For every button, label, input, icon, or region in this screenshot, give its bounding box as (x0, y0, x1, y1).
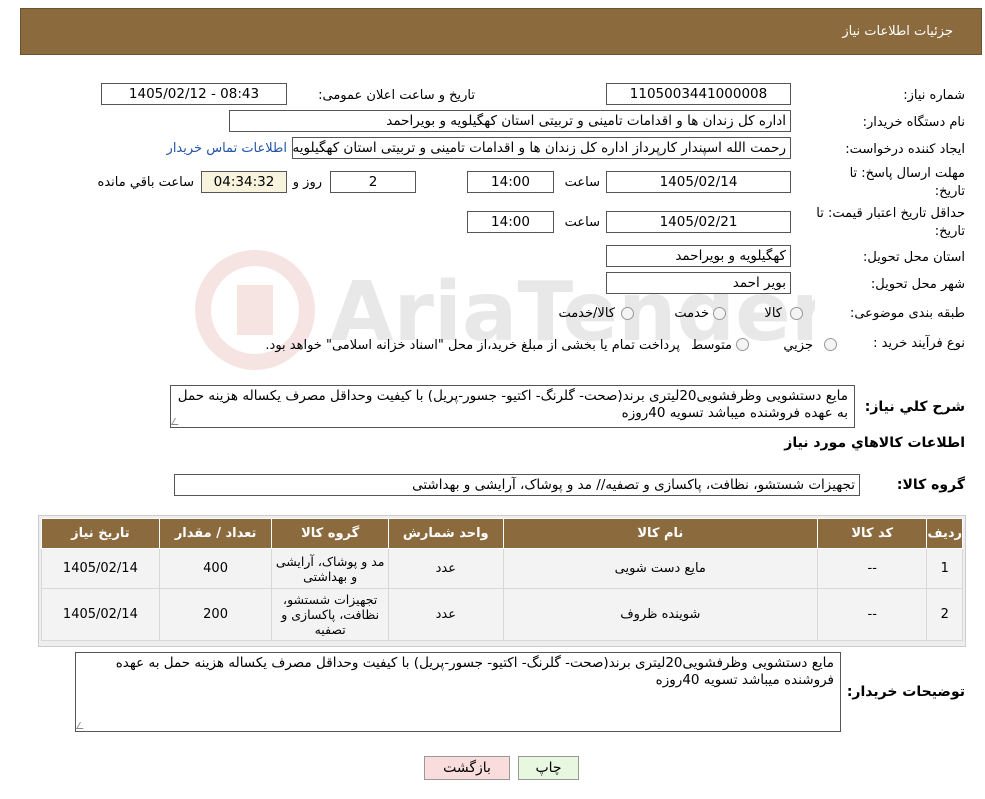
validity-time-field: 14:00 (467, 211, 554, 233)
buyer-notes-text: مایع دستشویی وظرفشویی20لیتری برند(صحت- گ… (115, 655, 834, 688)
category-option-service: خدمت (674, 306, 709, 321)
table-header-row: ردیف کد کالا نام کالا واحد شمارش گروه کا… (41, 518, 963, 549)
table-row[interactable]: 1 -- مایع دست شویی عدد مد و پوشاک، آرایش… (41, 548, 963, 589)
resize-handle-icon[interactable] (170, 418, 183, 425)
validity-label-date: تاریخ: (934, 224, 965, 239)
process-label: نوع فرآیند خرید : (873, 336, 965, 351)
province-field: کهگیلویه و بویراحمد (606, 245, 791, 267)
page-header: جزئیات اطلاعات نیاز (20, 8, 982, 55)
need-number-label: شماره نیاز: (903, 88, 965, 103)
cell-unit: عدد (387, 548, 504, 589)
col-header-unit: واحد شمارش (387, 518, 504, 549)
creator-label: ایجاد کننده درخواست: (845, 142, 965, 157)
summary-textarea[interactable]: مایع دستشویی وظرفشویی20لیتری برند(صحت- گ… (170, 385, 855, 428)
cell-name: مایع دست شویی (502, 548, 818, 589)
cell-group: تجهیزات شستشو، نظافت، پاکسازی و تصفیه (271, 588, 389, 641)
summary-text: مایع دستشویی وظرفشویی20لیتری برند(صحت- گ… (177, 388, 848, 421)
deadline-label-date: تاریخ: (934, 184, 965, 199)
col-header-quantity: تعداد / مقدار (158, 518, 273, 549)
cell-group: مد و پوشاک، آرایشی و بهداشتی (271, 548, 389, 589)
validity-time-label: ساعت (564, 215, 600, 230)
category-option-goods-service: کالا/خدمت (558, 306, 615, 321)
back-button[interactable]: بازگشت (424, 756, 510, 780)
summary-label: شرح کلي نياز: (864, 399, 965, 415)
buyer-contact-link[interactable]: اطلاعات تماس خریدار (167, 141, 287, 156)
process-radio-minor[interactable] (824, 338, 837, 351)
process-note: پرداخت تمام یا بخشی از مبلغ خرید،از محل … (265, 338, 680, 353)
category-radio-goods-service[interactable] (621, 307, 634, 320)
validity-date-field: 1405/02/21 (606, 211, 791, 233)
goods-group-label: گروه کالا: (896, 477, 965, 493)
items-table: ردیف کد کالا نام کالا واحد شمارش گروه کا… (41, 518, 963, 641)
cell-date: 1405/02/14 (41, 548, 160, 589)
remaining-time-field: 04:34:32 (201, 171, 287, 193)
deadline-time-label: ساعت (564, 175, 600, 190)
days-remaining-field: 2 (330, 171, 416, 193)
deadline-time-field: 14:00 (467, 171, 554, 193)
resize-handle-icon[interactable] (75, 722, 88, 729)
goods-group-field: تجهیزات شستشو، نظافت، پاکسازی و تصفیه// … (174, 474, 860, 496)
need-number-field: 1105003441000008 (606, 83, 791, 105)
col-header-name: نام کالا (502, 518, 818, 549)
process-option-minor: جزیي (783, 338, 813, 353)
cell-quantity: 400 (158, 548, 273, 589)
remaining-time-label: ساعت باقي مانده (97, 175, 194, 190)
city-field: بویر احمد (606, 272, 791, 294)
deadline-label: مهلت ارسال پاسخ: تا (849, 166, 965, 181)
city-label: شهر محل تحویل: (870, 277, 965, 292)
cell-date: 1405/02/14 (41, 588, 160, 641)
buyer-org-field: اداره کل زندان ها و اقدامات تامینی و ترب… (229, 110, 791, 132)
cell-name: شوینده ظروف (502, 588, 818, 641)
col-header-date: تاریخ نیاز (41, 518, 160, 549)
buyer-org-label: نام دستگاه خریدار: (862, 115, 965, 130)
cell-row-number: 2 (926, 588, 963, 641)
col-header-group: گروه کالا (271, 518, 389, 549)
col-header-row-number: ردیف (926, 518, 963, 549)
deadline-date-field: 1405/02/14 (606, 171, 791, 193)
process-radio-medium[interactable] (736, 338, 749, 351)
category-label: طبقه بندی موضوعی: (849, 306, 965, 321)
buyer-notes-label: توضیحات خریدار: (846, 684, 965, 700)
cell-code: -- (816, 548, 928, 589)
page-title: جزئیات اطلاعات نیاز (842, 24, 953, 39)
print-button[interactable]: چاپ (518, 756, 579, 780)
process-option-medium: متوسط (691, 338, 732, 353)
table-row[interactable]: 2 -- شوینده ظروف عدد تجهیزات شستشو، نظاف… (41, 588, 963, 641)
buyer-notes-textarea[interactable]: مایع دستشویی وظرفشویی20لیتری برند(صحت- گ… (75, 652, 841, 732)
cell-unit: عدد (387, 588, 504, 641)
goods-section-title: اطلاعات کالاهاي مورد نياز (784, 435, 965, 451)
col-header-code: کد کالا (816, 518, 928, 549)
items-table-container: ردیف کد کالا نام کالا واحد شمارش گروه کا… (38, 515, 966, 647)
cell-quantity: 200 (158, 588, 273, 641)
days-label: روز و (292, 175, 322, 190)
announce-label: تاریخ و ساعت اعلان عمومی: (318, 88, 475, 103)
category-radio-service[interactable] (713, 307, 726, 320)
creator-field: رحمت الله اسپندار کارپرداز اداره کل زندا… (292, 137, 791, 159)
validity-label: حداقل تاريخ اعتبار قيمت: تا (816, 206, 965, 221)
category-option-goods: کالا (764, 306, 782, 321)
cell-row-number: 1 (926, 548, 963, 589)
category-radio-goods[interactable] (790, 307, 803, 320)
cell-code: -- (816, 588, 928, 641)
announce-field: 1405/02/12 - 08:43 (101, 83, 287, 105)
province-label: استان محل تحویل: (863, 250, 965, 265)
